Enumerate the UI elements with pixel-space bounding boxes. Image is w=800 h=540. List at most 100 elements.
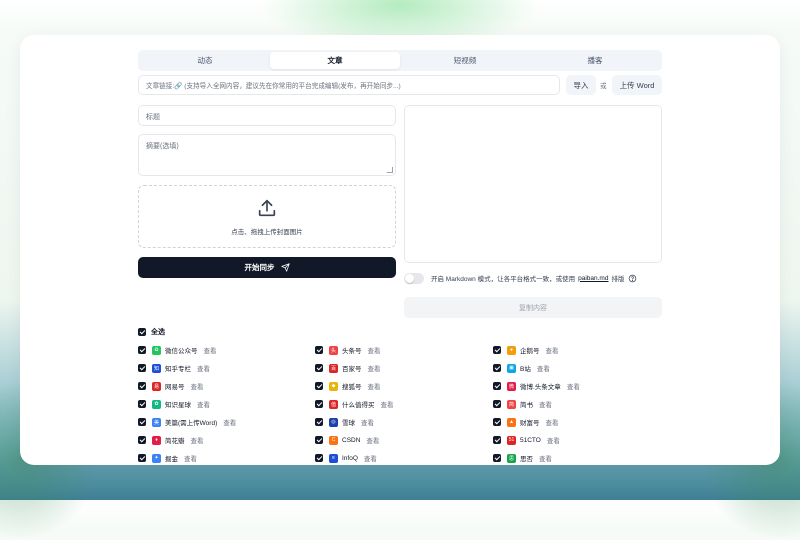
platform-checkbox[interactable] bbox=[138, 382, 146, 390]
platform-item[interactable]: 头头条号查看 bbox=[315, 345, 493, 355]
tab-bar: 动态 文章 短视频 播客 bbox=[138, 50, 662, 71]
checkbox-checked-icon[interactable] bbox=[138, 328, 146, 336]
platform-checkbox[interactable] bbox=[138, 364, 146, 372]
platform-item[interactable]: ▣ B站查看 bbox=[493, 363, 673, 373]
platform-item[interactable]: ♦简花瓣查看 bbox=[138, 435, 315, 445]
platform-checkbox[interactable] bbox=[138, 454, 146, 462]
platform-item[interactable]: 百百家号查看 bbox=[315, 363, 493, 373]
platform-view-link[interactable]: 查看 bbox=[191, 435, 204, 445]
platform-item[interactable]: CCSDN查看 bbox=[315, 435, 493, 445]
platform-view-link[interactable]: 查看 bbox=[539, 399, 552, 409]
platform-view-link[interactable]: 查看 bbox=[368, 381, 381, 391]
platform-view-link[interactable]: 查看 bbox=[361, 417, 374, 427]
smzdm-icon: 值 bbox=[329, 400, 338, 409]
platform-view-link[interactable]: 查看 bbox=[567, 381, 580, 391]
platform-checkbox[interactable] bbox=[493, 364, 501, 372]
platform-view-link[interactable]: 查看 bbox=[366, 435, 379, 445]
platform-checkbox[interactable] bbox=[315, 418, 323, 426]
platform-view-link[interactable]: 查看 bbox=[546, 417, 559, 427]
markdown-toggle[interactable] bbox=[404, 273, 424, 284]
bilibili-icon: ▣ bbox=[507, 364, 516, 373]
tab-short-video[interactable]: 短视频 bbox=[400, 52, 530, 69]
platform-item[interactable]: ✦掘金查看 bbox=[138, 453, 315, 463]
platform-item[interactable]: 思思否查看 bbox=[493, 453, 673, 463]
platform-view-link[interactable]: 查看 bbox=[184, 453, 197, 463]
platform-checkbox[interactable] bbox=[315, 382, 323, 390]
paiban-link[interactable]: paiban.md bbox=[578, 275, 608, 282]
platform-checkbox[interactable] bbox=[493, 436, 501, 444]
platform-view-link[interactable]: 查看 bbox=[368, 363, 381, 373]
baijia-icon: 百 bbox=[329, 364, 338, 373]
platform-checkbox[interactable] bbox=[493, 400, 501, 408]
platform-view-link[interactable]: 查看 bbox=[197, 399, 210, 409]
select-all-checkbox[interactable]: 全选 bbox=[138, 327, 165, 337]
platform-row: ✿知识星球查看值什么值得买查看简简书查看 bbox=[138, 395, 678, 413]
platform-view-link[interactable]: 查看 bbox=[197, 363, 210, 373]
tab-dynamic[interactable]: 动态 bbox=[140, 52, 270, 69]
platform-view-link[interactable]: 查看 bbox=[223, 417, 236, 427]
help-icon[interactable] bbox=[628, 274, 637, 283]
platform-checkbox[interactable] bbox=[493, 382, 501, 390]
title-input[interactable]: 标题 bbox=[138, 105, 396, 126]
upload-word-button[interactable]: 上传 Word bbox=[612, 75, 662, 95]
platform-view-link[interactable]: 查看 bbox=[191, 381, 204, 391]
platform-item[interactable]: 美美篇(需上传Word)查看 bbox=[138, 417, 315, 427]
platform-item[interactable]: ●企鹅号查看 bbox=[493, 345, 673, 355]
upload-icon bbox=[256, 197, 278, 219]
cover-upload-area[interactable]: 点击、拖拽上传封面图片 bbox=[138, 185, 396, 248]
platform-name: 知识星球 bbox=[165, 399, 191, 409]
platform-checkbox[interactable] bbox=[315, 454, 323, 462]
platform-item[interactable]: ✿ 知识星球查看 bbox=[138, 399, 315, 409]
platform-item[interactable]: 值什么值得买查看 bbox=[315, 399, 493, 409]
tab-podcast[interactable]: 播客 bbox=[530, 52, 660, 69]
platform-checkbox[interactable] bbox=[493, 418, 501, 426]
platform-row: 知知乎专栏查看百百家号查看▣B站查看 bbox=[138, 359, 678, 377]
platform-view-link[interactable]: 查看 bbox=[368, 345, 381, 355]
platform-view-link[interactable]: 查看 bbox=[547, 435, 560, 445]
platform-item[interactable]: ♻微信公众号查看 bbox=[138, 345, 315, 355]
juejin-icon: ✦ bbox=[152, 454, 161, 463]
platform-item[interactable]: 易网易号查看 bbox=[138, 381, 315, 391]
or-label: 或 bbox=[600, 75, 607, 95]
platform-item[interactable]: 简简书查看 bbox=[493, 399, 673, 409]
resize-handle[interactable] bbox=[387, 167, 393, 173]
platform-name: 百家号 bbox=[342, 363, 362, 373]
copy-content-button[interactable]: 复制内容 bbox=[404, 297, 662, 318]
platform-name: 头条号 bbox=[342, 345, 362, 355]
platform-checkbox[interactable] bbox=[493, 346, 501, 354]
platform-checkbox[interactable] bbox=[138, 400, 146, 408]
platform-item[interactable]: 5151CTO查看 bbox=[493, 435, 673, 445]
platform-view-link[interactable]: 查看 bbox=[539, 453, 552, 463]
platform-checkbox[interactable] bbox=[493, 454, 501, 462]
start-sync-button[interactable]: 开始同步 bbox=[138, 257, 396, 278]
platform-checkbox[interactable] bbox=[138, 346, 146, 354]
platform-item[interactable]: 微微博.头条文章查看 bbox=[493, 381, 673, 391]
platform-checkbox[interactable] bbox=[315, 436, 323, 444]
platform-item[interactable]: ◆搜狐号查看 bbox=[315, 381, 493, 391]
platform-view-link[interactable]: 查看 bbox=[546, 345, 559, 355]
platform-checkbox[interactable] bbox=[138, 436, 146, 444]
platform-item[interactable]: ▲财富号查看 bbox=[493, 417, 673, 427]
platform-view-link[interactable]: 查看 bbox=[537, 363, 550, 373]
tab-article[interactable]: 文章 bbox=[270, 52, 400, 69]
platform-checkbox[interactable] bbox=[138, 418, 146, 426]
summary-textarea[interactable]: 摘要(选填) bbox=[138, 134, 396, 176]
article-link-input[interactable]: 文章链接:🔗 (支持导入全网内容，建议先在你常用的平台完成编辑(发布，再开始同步… bbox=[138, 75, 560, 95]
platform-item[interactable]: ≡InfoQ查看 bbox=[315, 453, 493, 463]
platform-checkbox[interactable] bbox=[315, 364, 323, 372]
platform-name: 知乎专栏 bbox=[165, 363, 191, 373]
platform-view-link[interactable]: 查看 bbox=[364, 453, 377, 463]
zsxq-icon: ✿ bbox=[152, 400, 161, 409]
platform-item[interactable]: ◎雪球查看 bbox=[315, 417, 493, 427]
platform-name: B站 bbox=[520, 363, 531, 373]
import-button[interactable]: 导入 bbox=[566, 75, 596, 95]
platform-item[interactable]: 知知乎专栏查看 bbox=[138, 363, 315, 373]
platform-view-link[interactable]: 查看 bbox=[204, 345, 217, 355]
platform-row: ♦简花瓣查看CCSDN查看5151CTO查看 bbox=[138, 431, 678, 449]
platform-list: ♻微信公众号查看头头条号查看●企鹅号查看知知乎专栏查看百百家号查看▣B站查看易网… bbox=[138, 341, 678, 465]
platform-checkbox[interactable] bbox=[315, 346, 323, 354]
sohu-icon: ◆ bbox=[329, 382, 338, 391]
huaban-icon: ♦ bbox=[152, 436, 161, 445]
platform-view-link[interactable]: 查看 bbox=[381, 399, 394, 409]
platform-checkbox[interactable] bbox=[315, 400, 323, 408]
